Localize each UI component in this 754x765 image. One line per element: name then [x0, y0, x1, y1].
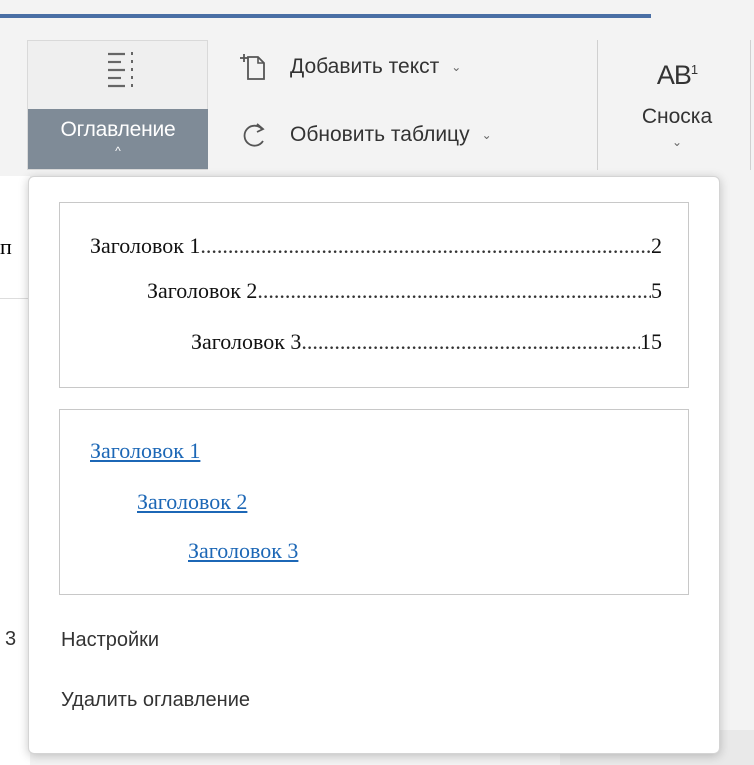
add-text-icon	[240, 54, 265, 80]
update-table-button[interactable]: Обновить таблицу ⌄	[240, 120, 492, 150]
chevron-down-icon: ⌄	[481, 128, 492, 142]
toc-entry: Заголовок 1 ............................…	[90, 233, 662, 258]
toc-link-entry[interactable]: Заголовок 1	[90, 438, 200, 464]
toc-entry: Заголовок 3 ............................…	[191, 329, 662, 354]
toc-style-plain-option[interactable]: Заголовок 1 ............................…	[59, 202, 689, 388]
add-text-label: Добавить текст	[290, 55, 440, 78]
active-tab-indicator	[0, 14, 651, 18]
toc-settings-menu-item[interactable]: Настройки	[61, 629, 159, 652]
toc-link-entry[interactable]: Заголовок 3	[188, 538, 298, 564]
ribbon-toolbar: Оглавление ^ Добавить текст ⌄ Обновить т…	[0, 0, 754, 176]
chevron-down-icon: ⌄	[451, 60, 462, 74]
table-of-contents-dropdown: Заголовок 1 ............................…	[28, 176, 720, 754]
add-text-button[interactable]: Добавить текст ⌄	[240, 52, 461, 82]
delete-toc-menu-item[interactable]: Удалить оглавление	[61, 689, 250, 712]
toc-entry: Заголовок 2 ............................…	[147, 278, 662, 303]
refresh-icon	[243, 123, 265, 147]
document-page: п 3	[0, 176, 30, 765]
document-divider	[0, 298, 30, 299]
table-of-contents-label: Оглавление	[60, 118, 176, 141]
leader-dots: ........................................…	[200, 233, 651, 258]
footnote-icon: AB1	[656, 60, 698, 90]
chevron-down-icon: ⌄	[671, 135, 683, 149]
toc-style-links-option[interactable]: Заголовок 1 Заголовок 2 Заголовок 3	[59, 409, 689, 595]
chevron-up-icon: ^	[115, 144, 121, 158]
toolbar-divider	[750, 40, 751, 170]
footnote-label: Сноска	[641, 105, 713, 128]
leader-dots: ........................................…	[257, 278, 651, 303]
leader-dots: ........................................…	[301, 329, 640, 354]
toc-link-entry[interactable]: Заголовок 2	[137, 489, 247, 515]
table-of-contents-label-block[interactable]: Оглавление ^	[28, 109, 208, 169]
document-text-fragment: п	[0, 234, 12, 259]
table-of-contents-button[interactable]: Оглавление ^	[27, 40, 208, 170]
footnote-button[interactable]: AB1 Сноска ⌄	[611, 60, 743, 149]
update-table-label: Обновить таблицу	[290, 123, 470, 146]
document-text-fragment: 3	[5, 628, 17, 650]
toolbar-divider	[597, 40, 598, 170]
table-of-contents-icon	[108, 52, 133, 88]
